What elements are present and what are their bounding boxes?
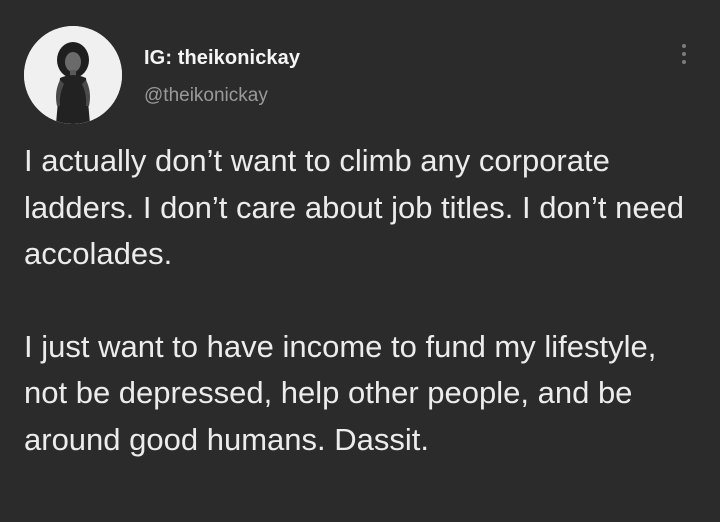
tweet-text: I actually don’t want to climb any corpo… xyxy=(24,138,704,463)
profile-photo-icon xyxy=(24,26,122,124)
tweet-card: IG: theikonickay @theikonickay I actuall… xyxy=(0,0,720,522)
more-options-icon[interactable] xyxy=(676,44,692,70)
tweet-paragraph-2: I just want to have income to fund my li… xyxy=(24,328,657,457)
avatar[interactable] xyxy=(24,26,122,124)
more-dot xyxy=(682,52,686,56)
author-handle[interactable]: @theikonickay xyxy=(144,85,268,107)
author-display-name[interactable]: IG: theikonickay xyxy=(144,47,300,70)
more-dot xyxy=(682,60,686,64)
more-dot xyxy=(682,44,686,48)
tweet-paragraph-1: I actually don’t want to climb any corpo… xyxy=(24,143,685,271)
